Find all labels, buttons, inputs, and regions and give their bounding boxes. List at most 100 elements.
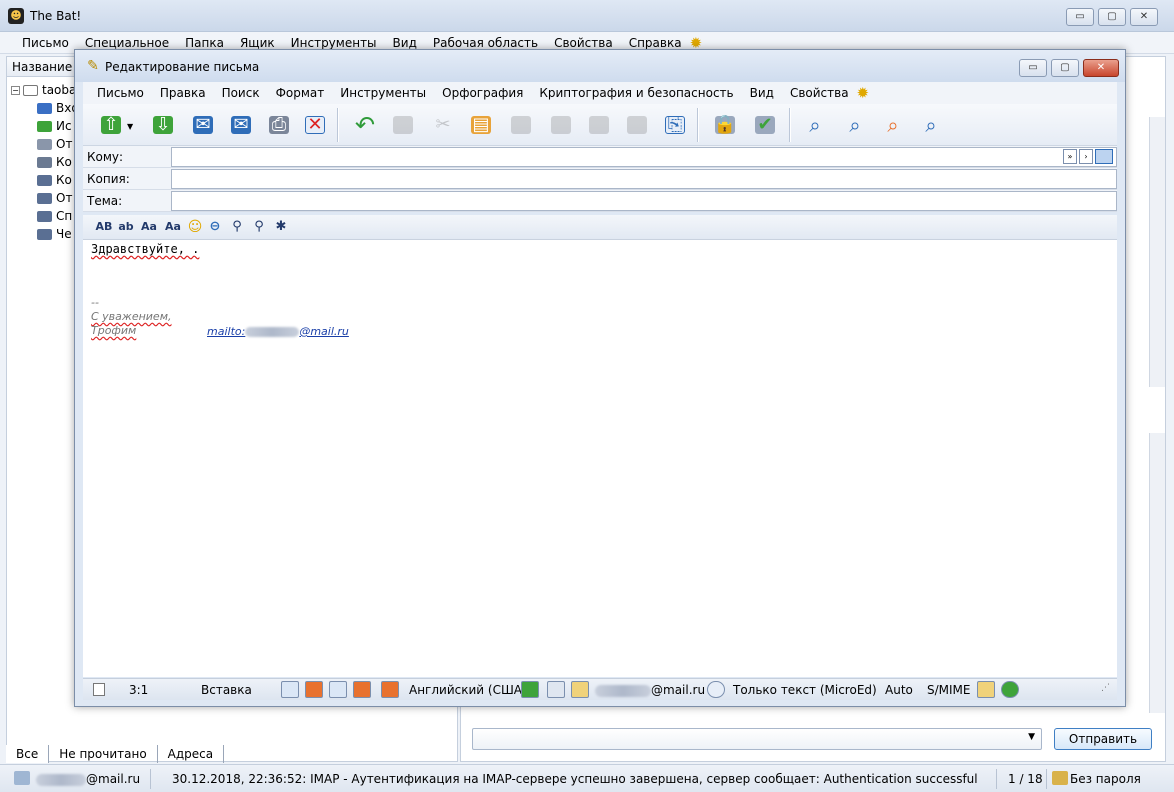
maximize-button[interactable]: ▢ [1098, 8, 1126, 26]
encrypt-icon[interactable]: 🔒 [711, 111, 739, 139]
next-icon[interactable]: › [1079, 149, 1093, 164]
check-icon[interactable] [1001, 681, 1019, 698]
smiley-icon[interactable]: ☺ [187, 218, 203, 236]
sign-icon[interactable]: ✔ [751, 111, 779, 139]
sender-email[interactable]: @mail.ru [595, 683, 705, 697]
lowercase-button[interactable]: ab [117, 218, 135, 236]
encrypt-status-icon[interactable] [571, 681, 589, 698]
spellcheck-icon[interactable] [381, 681, 399, 698]
collapse-icon[interactable]: − [11, 85, 20, 95]
paste-icon[interactable]: ▤ [467, 111, 495, 139]
editor-maximize-button[interactable]: ▢ [1051, 59, 1079, 77]
find-icon[interactable]: ⌕ [841, 111, 869, 139]
encoding[interactable]: Auto [885, 683, 913, 697]
preview-scrollbar[interactable] [1149, 433, 1165, 713]
discard-icon[interactable]: ✕ [301, 111, 329, 139]
close-button[interactable]: ✕ [1130, 8, 1158, 26]
zoom-in-icon[interactable]: ⚲ [229, 218, 245, 236]
folder-outbox[interactable]: Ис [37, 117, 72, 135]
editor-menu-spelling[interactable]: Орфография [434, 86, 531, 100]
editor-menu-letter[interactable]: Письмо [89, 86, 152, 100]
security-mode[interactable]: S/MIME [927, 683, 971, 697]
folder-item[interactable]: Че [37, 225, 72, 243]
language[interactable]: Английский (США) [409, 683, 527, 697]
find-next-icon[interactable]: ⌕ [917, 111, 945, 139]
mailto-link[interactable]: mailto: @mail.ru [207, 324, 349, 338]
save-draft-icon[interactable]: ✉ [189, 111, 217, 139]
menu-workspace[interactable]: Рабочая область [425, 36, 546, 50]
menu-mailbox[interactable]: Ящик [232, 36, 283, 50]
align-right-icon[interactable] [329, 681, 347, 698]
insert-mode[interactable]: Вставка [201, 683, 252, 697]
folder-item[interactable]: Ко [37, 171, 72, 189]
editor-menu-view[interactable]: Вид [742, 86, 782, 100]
editor-close-button[interactable]: ✕ [1083, 59, 1119, 77]
undo-icon[interactable]: ↶ [351, 111, 379, 139]
menu-folder[interactable]: Папка [177, 36, 232, 50]
message-list-scrollbar[interactable] [1149, 117, 1165, 387]
menu-help[interactable]: Справка [621, 36, 690, 50]
menu-special[interactable]: Специальное [77, 36, 177, 50]
attach-icon[interactable]: ⎘ [661, 111, 689, 139]
align-center-icon[interactable] [305, 681, 323, 698]
main-window-title: The Bat! [30, 9, 82, 23]
sign-status-icon[interactable] [547, 681, 565, 698]
editor-mode[interactable]: Только текст (MicroEd) [733, 683, 877, 697]
titlecase-button[interactable]: Aa [139, 218, 159, 236]
main-window-controls: ▭ ▢ ✕ [1066, 8, 1158, 26]
togglecase-button[interactable]: Aa [163, 218, 183, 236]
menu-tools[interactable]: Инструменты [283, 36, 385, 50]
account-select[interactable]: ▼ [472, 728, 1042, 750]
folder-label: Ко [56, 155, 72, 169]
tools-icon[interactable]: ✱ [273, 218, 289, 236]
cut-icon: ✂ [435, 114, 451, 135]
paste-special-icon [623, 111, 651, 139]
divider [789, 108, 791, 142]
account-node[interactable]: − taoba [11, 81, 76, 99]
folder-trash[interactable]: Ко [37, 153, 72, 171]
editor-menu-search[interactable]: Поиск [214, 86, 268, 100]
send-now-icon[interactable]: ⇧ [97, 111, 125, 139]
clock-icon[interactable] [707, 681, 725, 698]
address-book-icon[interactable] [1095, 149, 1113, 164]
folder-item[interactable]: Сп [37, 207, 72, 225]
replace-icon[interactable]: ⌕ [879, 111, 907, 139]
resize-grip-icon[interactable]: ⋰ [1101, 683, 1110, 693]
menu-letter[interactable]: Письмо [14, 36, 77, 50]
expand-icon[interactable]: » [1063, 149, 1077, 164]
align-left-icon[interactable] [281, 681, 299, 698]
minus-circle-icon[interactable]: ⊖ [207, 218, 223, 236]
editor-menu-crypto[interactable]: Криптография и безопасность [531, 86, 741, 100]
menu-view[interactable]: Вид [385, 36, 425, 50]
editor-menu-tools[interactable]: Инструменты [332, 86, 434, 100]
gear-icon[interactable]: ✹ [857, 84, 870, 102]
folder-item[interactable]: От [37, 189, 72, 207]
tab-all[interactable]: Все [6, 745, 50, 763]
cc-input[interactable] [171, 169, 1117, 189]
print-icon[interactable]: ⎙ [265, 111, 293, 139]
folder-sent[interactable]: От [37, 135, 72, 153]
folder-inbox[interactable]: Вхо [37, 99, 79, 117]
lock-icon[interactable] [977, 681, 995, 698]
save-template-icon[interactable]: ✉ [227, 111, 255, 139]
menu-properties[interactable]: Свойства [546, 36, 621, 50]
chevron-down-icon[interactable]: ▼ [127, 122, 133, 131]
green-square-icon[interactable] [521, 681, 539, 698]
editor-menu-edit[interactable]: Правка [152, 86, 214, 100]
editor-menu-properties[interactable]: Свойства [782, 86, 857, 100]
subject-input[interactable] [171, 191, 1117, 211]
tab-addresses[interactable]: Адреса [158, 745, 225, 763]
to-input[interactable] [171, 147, 1117, 167]
editor-minimize-button[interactable]: ▭ [1019, 59, 1047, 77]
uppercase-button[interactable]: AB [93, 218, 115, 236]
find-prev-icon[interactable]: ⌕ [801, 111, 829, 139]
send-button[interactable]: Отправить [1054, 728, 1152, 750]
folder-view-tabs: Все Не прочитано Адреса [6, 743, 458, 763]
minimize-button[interactable]: ▭ [1066, 8, 1094, 26]
justify-icon[interactable] [353, 681, 371, 698]
message-body-editor[interactable]: Здравствуйте, . -- С уважением, Трофим m… [83, 239, 1117, 677]
zoom-out-icon[interactable]: ⚲ [251, 218, 267, 236]
editor-menu-format[interactable]: Формат [268, 86, 333, 100]
queue-icon[interactable]: ⇩ [149, 111, 177, 139]
tab-unread[interactable]: Не прочитано [49, 745, 158, 763]
